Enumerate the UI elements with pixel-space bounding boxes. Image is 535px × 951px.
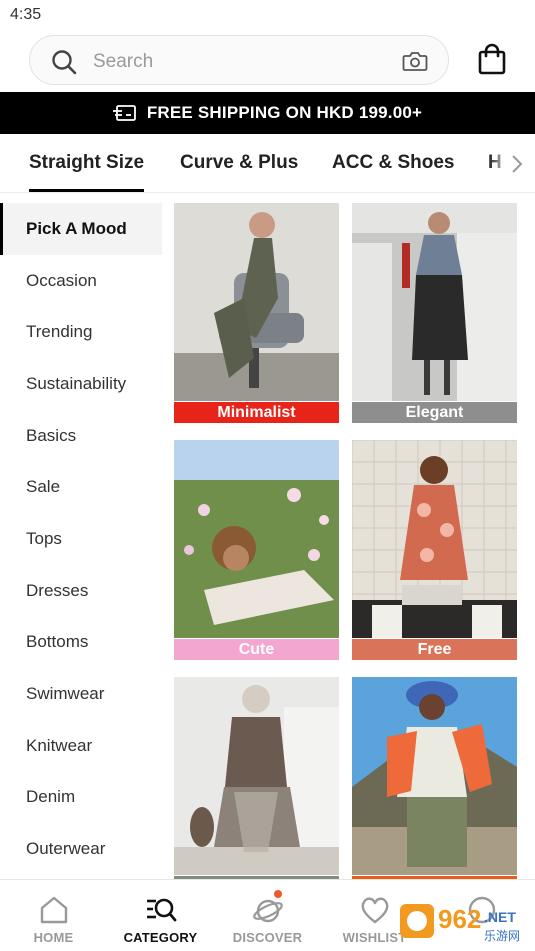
sidebar-item-sale[interactable]: Sale bbox=[0, 461, 162, 513]
mood-card[interactable] bbox=[352, 677, 517, 879]
mood-label: Cute bbox=[174, 639, 339, 660]
sidebar-item-bottoms[interactable]: Bottoms bbox=[0, 617, 162, 669]
home-icon bbox=[40, 896, 67, 924]
sidebar-item-label: Dresses bbox=[26, 580, 89, 600]
sidebar-item-label: Sale bbox=[26, 477, 61, 497]
tab-straight-size[interactable]: Straight Size bbox=[29, 152, 145, 192]
category-tabs: Straight Size Curve & Plus ACC & Shoes H bbox=[0, 134, 535, 193]
shipping-icon bbox=[112, 105, 136, 121]
camera-icon[interactable] bbox=[402, 50, 428, 72]
nav-label: HOME bbox=[33, 930, 74, 945]
promo-text: FREE SHIPPING ON HKD 199.00+ bbox=[146, 103, 423, 122]
sidebar-item-sustainability[interactable]: Sustainability bbox=[0, 358, 162, 410]
mood-card-elegant[interactable]: Elegant bbox=[352, 203, 517, 423]
tab-curve-plus[interactable]: Curve & Plus bbox=[180, 152, 298, 174]
status-time: 4:35 bbox=[10, 6, 42, 23]
nav-label: CATEGORY bbox=[123, 930, 198, 945]
nav-home[interactable]: HOME bbox=[0, 880, 107, 951]
watermark-number: 962 bbox=[438, 904, 481, 934]
shopping-bag-icon[interactable] bbox=[477, 42, 507, 76]
search-input[interactable]: Search bbox=[29, 35, 449, 85]
sidebar-item-label: Bottoms bbox=[26, 632, 89, 652]
nav-discover[interactable]: DISCOVER bbox=[214, 880, 321, 951]
sidebar-item-swimwear[interactable]: Swimwear bbox=[0, 668, 162, 720]
mood-card-minimalist[interactable]: Minimalist bbox=[174, 203, 339, 423]
sidebar-item-label: Basics bbox=[26, 425, 77, 445]
category-sidebar: Pick A Mood Occasion Trending Sustainabi… bbox=[0, 203, 162, 875]
sidebar-item-label: Sustainability bbox=[26, 373, 127, 393]
search-placeholder: Search bbox=[93, 51, 154, 72]
sidebar-item-pick-a-mood[interactable]: Pick A Mood bbox=[0, 203, 162, 255]
nav-category[interactable]: CATEGORY bbox=[107, 880, 214, 951]
sidebar-item-occasion[interactable]: Occasion bbox=[0, 255, 162, 307]
promo-banner[interactable]: FREE SHIPPING ON HKD 199.00+ bbox=[0, 92, 535, 134]
mood-photo bbox=[174, 677, 339, 875]
sidebar-item-label: Swimwear bbox=[26, 684, 105, 704]
nav-label: DISCOVER bbox=[232, 930, 303, 945]
planet-icon bbox=[252, 899, 283, 923]
sidebar-item-denim[interactable]: Denim bbox=[0, 772, 162, 824]
mood-photo bbox=[174, 440, 339, 638]
heart-icon bbox=[361, 897, 388, 924]
sidebar-item-label: Tops bbox=[26, 528, 62, 548]
mood-photo bbox=[352, 203, 517, 401]
mood-photo bbox=[174, 203, 339, 401]
sidebar-item-basics[interactable]: Basics bbox=[0, 410, 162, 462]
category-search-icon bbox=[146, 898, 176, 922]
watermark-sub: 乐游网 bbox=[484, 929, 520, 943]
search-row: Search bbox=[0, 30, 535, 92]
watermark-logo: 962 .NET 乐游网 bbox=[400, 904, 520, 943]
mood-label: Elegant bbox=[352, 402, 517, 423]
mood-label: Minimalist bbox=[174, 402, 339, 423]
sidebar-item-outerwear[interactable]: Outerwear bbox=[0, 823, 162, 875]
mood-card-free[interactable]: Free bbox=[352, 440, 517, 660]
sidebar-item-label: Outerwear bbox=[26, 839, 106, 859]
sidebar-item-trending[interactable]: Trending bbox=[0, 306, 162, 358]
watermark-suffix: .NET bbox=[484, 909, 516, 925]
sidebar-item-label: Trending bbox=[26, 322, 93, 342]
sidebar-item-label: Knitwear bbox=[26, 735, 93, 755]
mood-grid: Minimalist Elegant Cute Free bbox=[174, 203, 519, 879]
tab-acc-shoes[interactable]: ACC & Shoes bbox=[332, 152, 454, 174]
mood-card-cute[interactable]: Cute bbox=[174, 440, 339, 660]
sidebar-item-tops[interactable]: Tops bbox=[0, 513, 162, 565]
chevron-right-icon[interactable] bbox=[511, 154, 523, 174]
status-bar: 4:35 bbox=[0, 0, 535, 30]
notification-badge bbox=[274, 890, 282, 898]
mood-photo bbox=[352, 677, 517, 875]
sidebar-item-label: Occasion bbox=[26, 270, 97, 290]
mood-card[interactable] bbox=[174, 677, 339, 879]
sidebar-item-label: Pick A Mood bbox=[26, 218, 127, 238]
search-icon bbox=[52, 50, 77, 75]
sidebar-item-dresses[interactable]: Dresses bbox=[0, 565, 162, 617]
sidebar-item-label: Denim bbox=[26, 787, 76, 807]
mood-label: Free bbox=[352, 639, 517, 660]
sidebar-item-knitwear[interactable]: Knitwear bbox=[0, 720, 162, 772]
mood-photo bbox=[352, 440, 517, 638]
